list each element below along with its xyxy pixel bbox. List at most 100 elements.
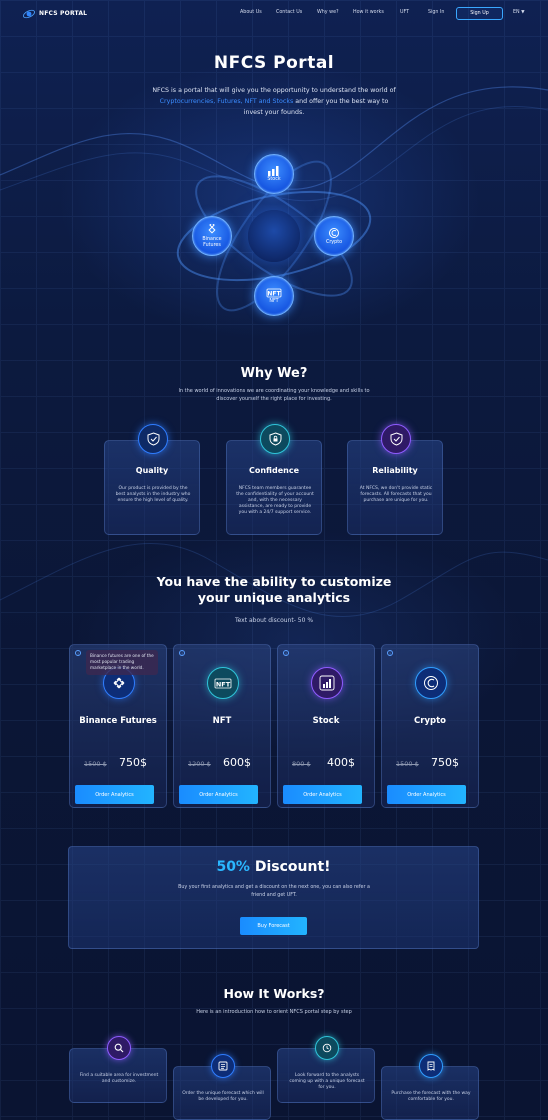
crypto-coin-icon (329, 227, 339, 238)
step-text-1: Find a suitable area for investment and … (79, 1073, 159, 1084)
product-icon-stock (311, 667, 343, 699)
discount-text: Buy your first analytics and get a disco… (178, 885, 370, 898)
nav-about-us[interactable]: About Us (240, 10, 262, 15)
sign-up-button[interactable]: Sign Up (456, 7, 503, 20)
search-icon (114, 1043, 124, 1053)
chart-bars-icon (319, 675, 335, 691)
product-name: Stock (312, 716, 340, 726)
new-price: 600$ (223, 756, 251, 769)
info-icon[interactable]: i (75, 650, 81, 656)
step-icon-1 (107, 1036, 131, 1060)
node-crypto[interactable]: Crypto (314, 216, 354, 256)
discount-title: 50% Discount! (69, 859, 478, 875)
discount-word: Discount! (249, 859, 331, 875)
step-card-2: Order the unique forecast which will be … (173, 1054, 271, 1120)
svg-text:NFT: NFT (216, 680, 231, 688)
node-binance-futures-label: Binance Futures (202, 237, 222, 248)
step-icon-2 (211, 1054, 235, 1078)
discount-percent: 50% (216, 859, 250, 875)
orbit-graphic: Stock Binance Futures Crypto NFT NFT (170, 148, 380, 318)
new-price: 750$ (119, 756, 147, 769)
nft-icon: NFT (214, 678, 232, 688)
hero-title: NFCS Portal (213, 53, 335, 73)
language-label: EN (513, 10, 520, 15)
product-card-nft: i NFT NFT 1200 $ 600$ Order Analytics (173, 644, 271, 808)
old-price: 1200 $ (188, 760, 211, 768)
product-icon-nft: NFT (207, 667, 239, 699)
order-analytics-button[interactable]: Order Analytics (283, 785, 362, 804)
product-name: Crypto (414, 716, 446, 726)
why-icon-reliability (381, 424, 411, 454)
chevron-down-icon: ▼ (521, 10, 525, 15)
why-text-quality: Our product is provided by the best anal… (115, 486, 191, 503)
step-text-3: Look forward to the analysts coming up w… (289, 1073, 365, 1090)
why-icon-quality (138, 424, 168, 454)
step-card-1: Find a suitable area for investment and … (69, 1036, 167, 1103)
orbit-core (248, 210, 300, 262)
why-title: Why We? (240, 366, 308, 381)
new-price: 400$ (327, 756, 355, 769)
step-text-4: Purchase the forecast with the way comfo… (391, 1091, 471, 1102)
node-binance-futures[interactable]: Binance Futures (192, 216, 232, 256)
shield-check-icon (390, 432, 402, 446)
node-stock-label: Stock (267, 177, 281, 183)
logo-icon (23, 9, 35, 19)
why-card-reliability: Reliability At NFCS, we don't provide st… (347, 424, 443, 535)
nft-icon: NFT (266, 288, 282, 297)
why-name-reliability: Reliability (372, 466, 418, 475)
nav-uft[interactable]: UFT (400, 10, 409, 15)
how-description: Here is an introduction how to orient NF… (196, 1009, 352, 1015)
why-card-quality: Quality Our product is provided by the b… (104, 424, 200, 535)
nav-contact-us[interactable]: Contact Us (276, 10, 302, 15)
product-icon-crypto (415, 667, 447, 699)
why-name-confidence: Confidence (248, 466, 299, 475)
product-card-crypto: i Crypto 1500 $ 750$ Order Analytics (381, 644, 479, 808)
order-analytics-button[interactable]: Order Analytics (179, 785, 258, 804)
step-card-4: Purchase the forecast with the way comfo… (381, 1054, 479, 1120)
old-price: 800 $ (292, 760, 311, 768)
top-navigation: NFCS PORTAL About Us Contact Us Why we? … (0, 0, 548, 28)
logo-text: NFCS PORTAL (39, 10, 88, 17)
binance-tooltip: Binance futures are one of the most popu… (86, 650, 158, 675)
step-icon-3 (315, 1036, 339, 1060)
binance-icon (208, 224, 216, 234)
clock-history-icon (322, 1043, 332, 1053)
nav-why-we[interactable]: Why we? (317, 10, 339, 15)
discount-banner: 50% Discount! Buy your first analytics a… (68, 846, 479, 949)
info-icon[interactable]: i (387, 650, 393, 656)
step-icon-4 (419, 1054, 443, 1078)
how-title: How It Works? (223, 986, 325, 1001)
receipt-icon (427, 1061, 435, 1071)
old-price: 1500 $ (84, 760, 107, 768)
why-text-confidence: NFCS team members guarantee the confiden… (236, 486, 314, 515)
language-selector[interactable]: EN ▼ (513, 10, 525, 15)
chart-bars-icon (268, 166, 279, 177)
node-nft[interactable]: NFT NFT (254, 276, 294, 316)
node-crypto-label: Crypto (325, 239, 343, 245)
product-card-stock: i Stock 800 $ 400$ Order Analytics (277, 644, 375, 808)
order-analytics-button[interactable]: Order Analytics (75, 785, 154, 804)
products-subtitle: Text about discount- 50 % (234, 617, 314, 624)
hero-desc-part-a: NFCS is a portal that will give you the … (152, 87, 396, 94)
logo[interactable]: NFCS PORTAL (22, 8, 87, 20)
buy-forecast-button[interactable]: Buy Forecast (240, 917, 307, 935)
info-icon[interactable]: i (283, 650, 289, 656)
products-title: You have the ability to customize your u… (156, 574, 392, 605)
why-card-confidence: Confidence NFCS team members guarantee t… (226, 424, 322, 535)
nav-how-it-works[interactable]: How it works (353, 10, 384, 15)
info-icon[interactable]: i (179, 650, 185, 656)
step-text-2: Order the unique forecast which will be … (182, 1091, 264, 1102)
why-name-quality: Quality (135, 466, 169, 475)
crypto-coin-icon (424, 676, 438, 690)
node-nft-label: NFT (269, 298, 279, 304)
svg-text:NFT: NFT (267, 290, 281, 297)
step-card-3: Look forward to the analysts coming up w… (277, 1036, 375, 1103)
why-icon-confidence (260, 424, 290, 454)
node-stock[interactable]: Stock (254, 154, 294, 194)
order-analytics-button[interactable]: Order Analytics (387, 785, 466, 804)
new-price: 750$ (431, 756, 459, 769)
product-name: Binance Futures (79, 716, 157, 726)
why-text-reliability: At NFCS, we don't provide static forecas… (359, 486, 433, 503)
shield-lock-icon (269, 432, 281, 446)
nav-sign-in[interactable]: Sign In (428, 10, 444, 15)
